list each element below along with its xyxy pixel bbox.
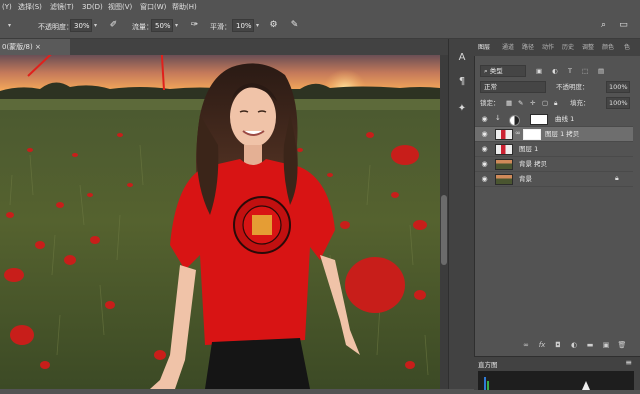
adjustment-filter-icon[interactable]: ◐ <box>552 65 558 78</box>
pressure-size-icon[interactable]: ✎ <box>289 20 300 31</box>
fx-icon[interactable]: fx <box>537 340 547 350</box>
layer-thumbnail[interactable] <box>495 159 513 170</box>
panel-icon-strip: A ¶ ✦ <box>448 39 475 389</box>
layer-curves-1[interactable]: ◉ ↓ 曲线 1 <box>475 112 633 127</box>
pressure-opacity-icon[interactable]: ✐ <box>108 20 119 31</box>
group-icon[interactable]: ▬ <box>585 340 595 350</box>
layer-name: 背景 <box>519 175 532 183</box>
smoothing-input[interactable]: 10% <box>232 19 254 32</box>
histogram-chart <box>484 377 590 390</box>
histogram-panel: 直方图 ≡ <box>474 356 640 390</box>
lock-position-icon[interactable]: ✛ <box>530 97 535 110</box>
layers-panel-footer: ∞ fx ◘ ◐ ▬ ▣ 🗑︎ <box>475 340 635 352</box>
layer-mask-thumbnail[interactable] <box>523 129 541 140</box>
curves-adjustment-icon <box>509 115 520 126</box>
tab-color[interactable]: 颜色 <box>602 39 614 56</box>
tab-layers[interactable]: 图层 <box>478 39 490 56</box>
fill-label: 填充： <box>570 99 590 107</box>
lock-paint-icon[interactable]: ✎ <box>518 97 523 110</box>
layer-name: 曲线 1 <box>555 115 575 123</box>
clip-arrow-icon: ↓ <box>495 114 501 122</box>
layer-thumbnail[interactable] <box>495 129 513 140</box>
lock-all-icon[interactable]: 🔒︎ <box>554 97 557 110</box>
mask-icon[interactable]: ◘ <box>553 340 563 350</box>
layer-thumbnail[interactable] <box>495 174 513 185</box>
lock-pixels-icon[interactable]: ▦ <box>506 97 512 110</box>
opacity-dropdown-icon[interactable]: ▾ <box>94 22 97 29</box>
pixel-filter-icon[interactable]: ▣ <box>536 65 542 78</box>
tool-options-bar: ▾ 不透明度： 30% ▾ ✐ 流量： 50% ▾ ✑ 平滑： 10% ▾ ⚙ … <box>0 14 640 39</box>
lock-label: 锁定： <box>480 99 500 107</box>
tab-adjustments[interactable]: 调整 <box>582 39 594 56</box>
kind-filter-dropdown[interactable]: ⌕ 类型 <box>480 65 526 77</box>
panel-menu-icon[interactable]: ≡ <box>625 358 632 367</box>
type-filter-icon[interactable]: T <box>568 65 572 78</box>
visibility-eye-icon[interactable]: ◉ <box>480 175 489 184</box>
layer-mask-thumbnail[interactable] <box>530 114 548 125</box>
menu-item-select[interactable]: 选择(S) <box>18 0 42 14</box>
visibility-eye-icon[interactable]: ◉ <box>480 145 489 154</box>
new-layer-icon[interactable]: ▣ <box>601 340 611 350</box>
histogram-graph <box>478 371 634 390</box>
histogram-tab[interactable]: 直方图 <box>478 359 498 369</box>
menu-item-filter[interactable]: 滤镜(T) <box>50 0 74 14</box>
layer-thumbnail[interactable] <box>495 144 513 155</box>
visibility-eye-icon[interactable]: ◉ <box>480 130 489 139</box>
text-tool-icon[interactable]: A <box>455 51 469 65</box>
tab-history[interactable]: 历史 <box>562 39 574 56</box>
search-icon: ⌕ <box>484 67 488 75</box>
gear-icon[interactable]: ⚙ <box>268 20 279 31</box>
canvas[interactable] <box>0 55 440 389</box>
delete-icon[interactable]: 🗑︎ <box>617 340 627 350</box>
menu-item-type[interactable]: (Y) <box>2 0 12 14</box>
flow-label: 流量： <box>132 23 153 31</box>
airbrush-icon[interactable]: ✑ <box>189 20 200 31</box>
smoothing-dropdown-icon[interactable]: ▾ <box>256 22 259 29</box>
tab-channels[interactable]: 通道 <box>502 39 514 56</box>
workspace-icon[interactable]: ▭ <box>618 20 629 31</box>
blend-mode-dropdown[interactable]: 正常 <box>480 81 546 93</box>
layer-name: 背景 拷贝 <box>519 160 548 168</box>
tool-preset-dropdown-icon[interactable]: ▾ <box>8 22 11 29</box>
fill-input[interactable]: 100% <box>606 97 630 109</box>
link-icon[interactable]: ∞ <box>521 340 531 350</box>
tab-swatches[interactable]: 色 <box>624 39 630 56</box>
menu-item-window[interactable]: 窗口(W) <box>140 0 166 14</box>
shape-filter-icon[interactable]: ⬚ <box>582 65 588 78</box>
opacity-input[interactable]: 30% <box>70 19 92 32</box>
opacity-label: 不透明度： <box>38 23 73 31</box>
search-icon[interactable]: ⌕ <box>598 20 609 31</box>
layer-background[interactable]: ◉ 背景 🔒︎ <box>475 172 633 187</box>
mask-link-icon[interactable]: ∞ <box>515 129 521 137</box>
visibility-eye-icon[interactable]: ◉ <box>480 160 489 169</box>
menu-item-view[interactable]: 视图(V) <box>108 0 132 14</box>
paragraph-icon[interactable]: ¶ <box>455 75 469 89</box>
layer-opacity-input[interactable]: 100% <box>606 81 630 93</box>
layer-name: 图层 1 <box>519 145 539 153</box>
visibility-eye-icon[interactable]: ◉ <box>480 115 489 124</box>
flow-input[interactable]: 50% <box>151 19 173 32</box>
panel-tabs: 图层 通道 路径 动作 历史 调整 颜色 色 <box>474 39 640 56</box>
layer-background-copy[interactable]: ◉ 背景 拷贝 <box>475 157 633 172</box>
layer-layer-1-copy[interactable]: ◉ ∞ 图层 1 拷贝 <box>475 127 633 142</box>
layer-opacity-label: 不透明度： <box>556 83 589 91</box>
lock-icon: 🔒︎ <box>615 174 619 182</box>
flow-dropdown-icon[interactable]: ▾ <box>175 22 178 29</box>
smoothing-label: 平滑： <box>210 23 231 31</box>
layer-name: 图层 1 拷贝 <box>545 130 580 138</box>
brush-settings-icon[interactable]: ✦ <box>455 102 469 116</box>
smart-object-filter-icon[interactable]: ▤ <box>598 65 604 78</box>
adjustment-icon[interactable]: ◐ <box>569 340 579 350</box>
menu-bar: (Y) 选择(S) 滤镜(T) 3D(D) 视图(V) 窗口(W) 帮助(H) <box>0 0 640 14</box>
menu-item-help[interactable]: 帮助(H) <box>172 0 197 14</box>
lock-artboard-icon[interactable]: ▢ <box>542 97 548 110</box>
annotation-arrows <box>27 55 165 91</box>
layer-layer-1[interactable]: ◉ 图层 1 <box>475 142 633 157</box>
menu-item-3d[interactable]: 3D(D) <box>82 0 103 14</box>
tab-actions[interactable]: 动作 <box>542 39 554 56</box>
document-tab[interactable]: 0(蒙版/8) × <box>0 39 70 55</box>
scrollbar-thumb[interactable] <box>441 195 447 265</box>
kind-filter-label: 类型 <box>489 67 503 75</box>
tab-paths[interactable]: 路径 <box>522 39 534 56</box>
